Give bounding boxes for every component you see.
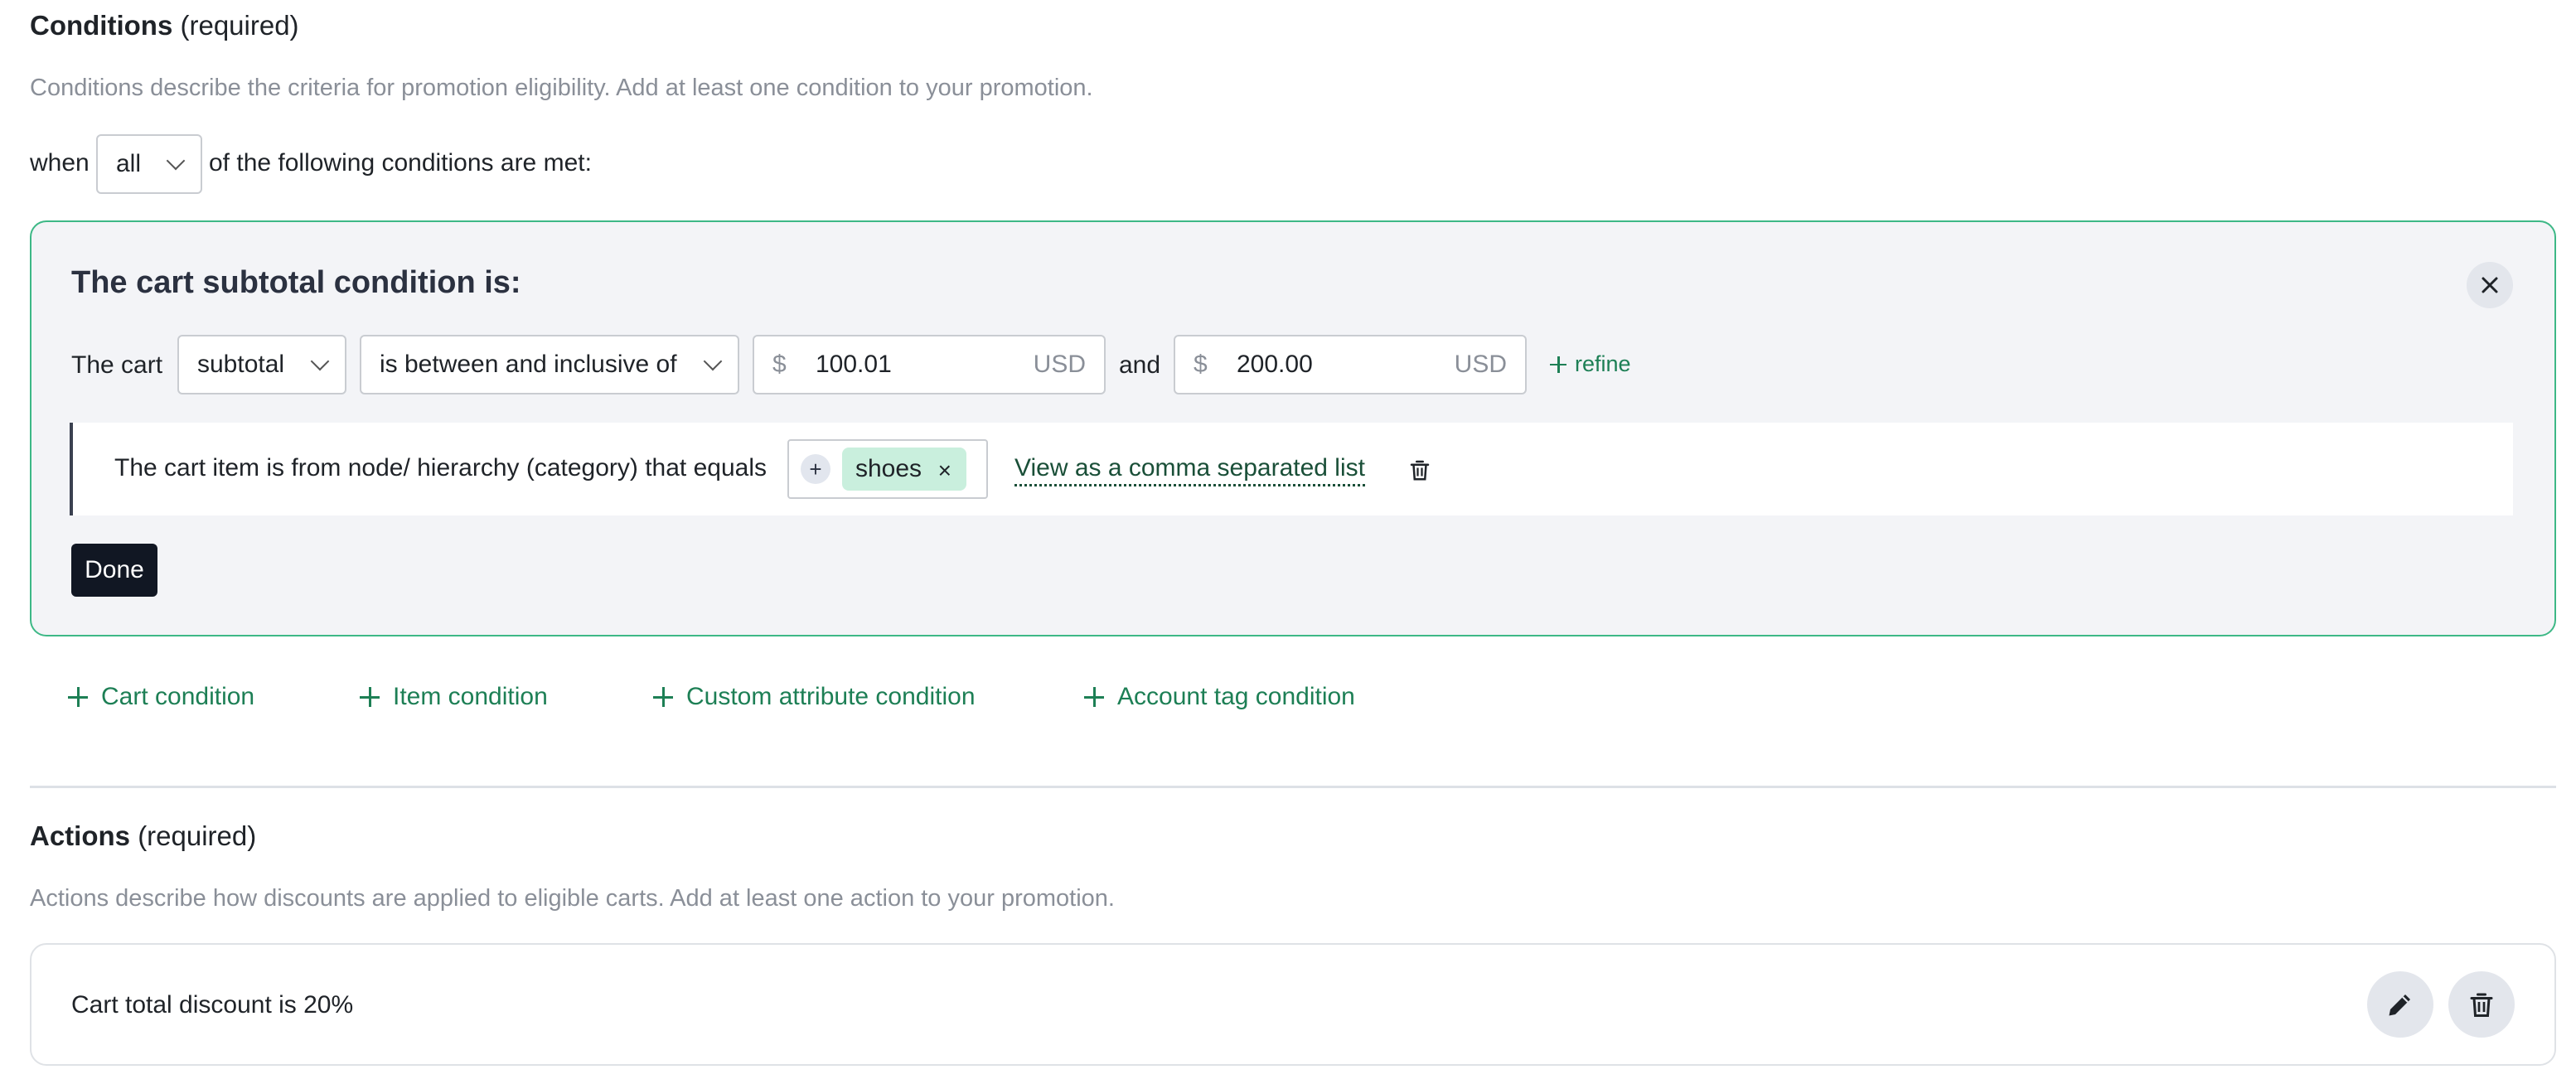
chevron-down-icon [703,351,723,371]
cart-row-prefix: The cart [71,351,163,379]
between-label: and [1119,351,1161,379]
chevron-down-icon [310,351,330,371]
action-card [30,943,2556,1066]
actions-required-label: (required) [138,820,257,851]
max-amount-value: 200.00 [1237,351,1313,378]
add-chip-button[interactable]: + [801,454,830,484]
plus-icon [1550,356,1566,373]
when-suffix: of the following conditions are met: [209,149,592,177]
plus-icon [653,687,673,707]
cart-field-select[interactable]: subtotal [177,335,346,394]
close-icon [2482,277,2498,293]
max-amount-input[interactable]: $ 200.00 USD [1174,335,1527,394]
plus-icon [68,687,88,707]
chip-remove-icon[interactable]: × [938,457,951,484]
min-amount-value: 100.01 [816,351,892,378]
category-chip-label: shoes [855,455,922,482]
actions-title-text: Actions [30,820,131,851]
add-cart-condition-link[interactable]: Cart condition [68,683,254,711]
edit-action-button[interactable] [2367,971,2433,1038]
add-item-condition-link[interactable]: Item condition [360,683,548,711]
match-select[interactable]: all [96,134,202,194]
delete-sub-condition-button[interactable] [1407,457,1432,482]
add-item-condition-label: Item condition [393,683,548,710]
max-currency-unit: USD [1454,351,1507,378]
plus-icon [360,687,380,707]
add-custom-attribute-condition-link[interactable]: Custom attribute condition [653,683,976,711]
add-account-tag-condition-link[interactable]: Account tag condition [1084,683,1355,711]
trash-icon [2470,993,2493,1017]
cart-field-select-value: subtotal [197,351,285,378]
done-button[interactable]: Done [71,544,157,597]
min-amount-input[interactable]: $ 100.01 USD [753,335,1106,394]
actions-title: Actions (required) [30,820,256,852]
min-currency-symbol: $ [772,351,787,378]
delete-action-button[interactable] [2448,971,2515,1038]
operator-select[interactable]: is between and inclusive of [360,335,739,394]
add-cart-condition-label: Cart condition [101,683,255,710]
view-comma-list-link[interactable]: View as a comma separated list [1014,454,1365,486]
conditions-required-label: (required) [180,10,299,41]
max-currency-symbol: $ [1194,351,1208,378]
min-currency-unit: USD [1033,351,1086,378]
pencil-icon [2389,994,2410,1016]
refine-label: refine [1575,351,1631,376]
chevron-down-icon [166,151,186,171]
refine-link[interactable]: refine [1550,351,1631,377]
add-account-tag-condition-label: Account tag condition [1117,683,1355,710]
add-custom-attribute-condition-label: Custom attribute condition [686,683,976,710]
conditions-title-text: Conditions [30,10,173,41]
actions-description: Actions describe how discounts are appli… [30,885,1115,912]
when-prefix: when [30,149,90,177]
conditions-description: Conditions describe the criteria for pro… [30,75,1093,101]
sub-condition-text: The cart item is from node/ hierarchy (c… [114,454,767,482]
section-divider [30,786,2556,788]
plus-icon [1084,687,1104,707]
trash-icon [1410,460,1430,481]
match-select-value: all [116,150,142,177]
action-text: Cart total discount is 20% [71,991,354,1019]
close-condition-button[interactable] [2467,262,2513,308]
operator-select-value: is between and inclusive of [380,351,677,378]
category-chip: shoes × [842,448,966,491]
cart-condition-heading: The cart subtotal condition is: [71,265,521,300]
conditions-title: Conditions (required) [30,10,299,41]
